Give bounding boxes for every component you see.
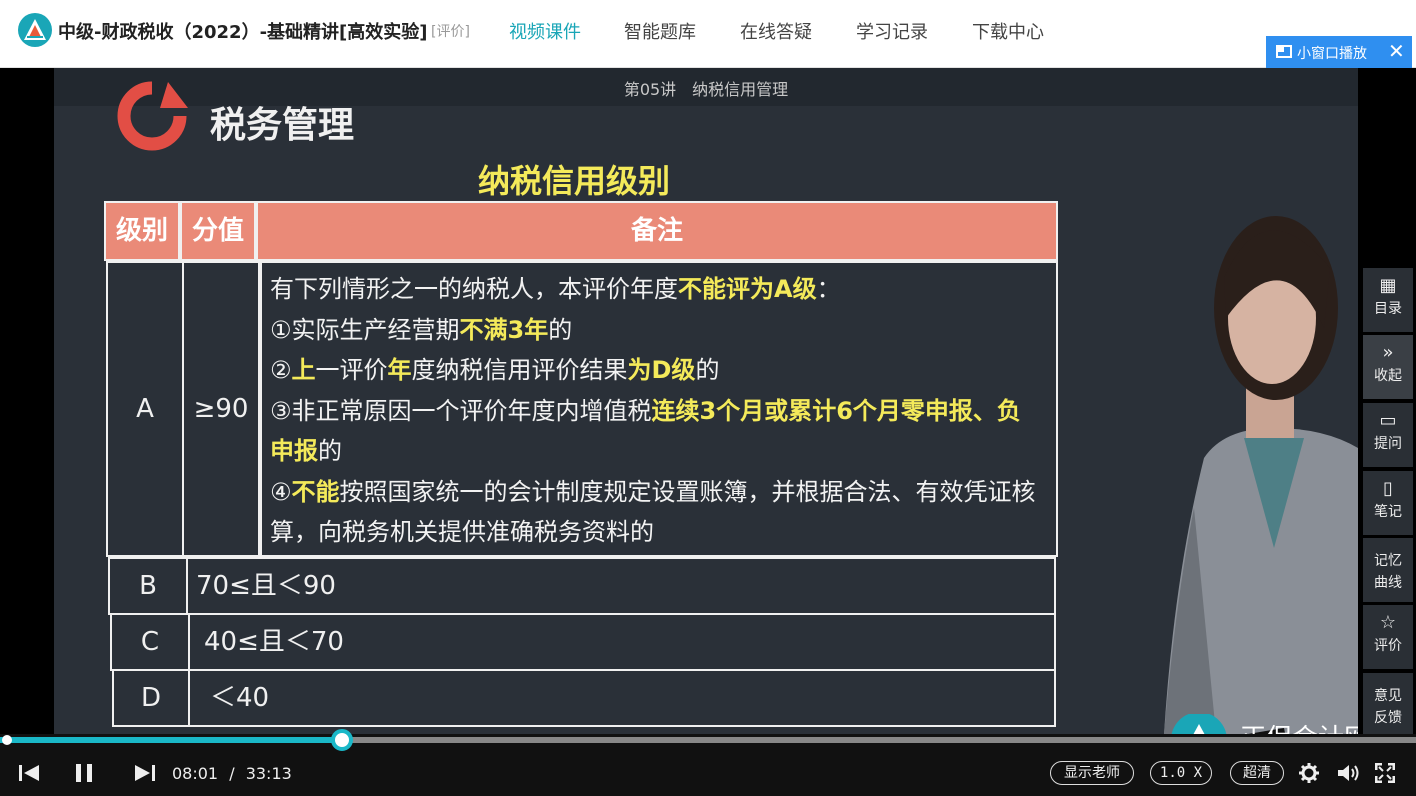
side-item-label: 提问 — [1374, 436, 1402, 452]
course-title: 中级-财政税收（2022）-基础精讲[高效实验] — [58, 22, 428, 43]
remark-text: 度纳税信用评价结果 — [411, 356, 628, 384]
mini-window-icon — [1276, 45, 1292, 58]
side-item-label: 意见反馈 — [1374, 688, 1402, 726]
side-item-label: 记忆曲线 — [1374, 553, 1402, 591]
side-item-rate[interactable]: ☆ 评价 — [1363, 605, 1413, 669]
volume-icon[interactable] — [1337, 763, 1361, 783]
progress-handle[interactable] — [331, 729, 353, 751]
nav-study-record[interactable]: 学习记录 — [856, 18, 928, 44]
nav-download-center[interactable]: 下载中心 — [972, 18, 1044, 44]
side-item-label: 评价 — [1374, 638, 1402, 654]
duration: 33:13 — [245, 764, 292, 783]
time-separator: / — [229, 764, 235, 783]
quality-button[interactable]: 超清 — [1230, 761, 1284, 785]
side-item-notes[interactable]: ▯ 笔记 — [1363, 471, 1413, 535]
rate-course-link[interactable]: [评价] — [431, 21, 470, 41]
show-teacher-button[interactable]: 显示老师 — [1050, 761, 1134, 785]
current-time: 08:01 — [172, 764, 219, 783]
remark-text: 的 — [548, 315, 573, 344]
progress-bar[interactable] — [0, 729, 1416, 751]
table-cell-score-a: ≥90 — [182, 261, 260, 557]
comment-icon: ▭ — [1379, 410, 1397, 431]
remark-highlight: 不能评为A级 — [678, 275, 817, 303]
remark-text: ③非正常原因一个评价年度内增值税 — [270, 396, 652, 425]
remark-line-intro: 有下列情形之一的纳税人，本评价年度不能评为A级： — [270, 269, 1056, 310]
table-cell-grade-d: D — [112, 669, 190, 727]
remark-line-2: ②上一评价年度纳税信用评价结果为D级的 — [270, 350, 1056, 391]
watermark-text: 正保会计网校 — [1240, 718, 1358, 734]
remark-text: 的 — [318, 437, 342, 465]
side-item-memory-curve[interactable]: 记忆曲线 — [1363, 538, 1413, 602]
table-cell-remark-a: 有下列情形之一的纳税人，本评价年度不能评为A级： ①实际生产经营期不满3年的 ②… — [260, 261, 1058, 557]
remark-highlight: 为D级 — [627, 356, 696, 384]
nav-question-bank[interactable]: 智能题库 — [624, 18, 696, 44]
remark-line-4: ④不能按照国家统一的会计制度规定设置账簿，并根据合法、有效凭证核算，向税务机关提… — [270, 472, 1040, 553]
table-cell-score-b: 70≤且＜90 — [186, 557, 1056, 615]
side-item-collapse[interactable]: » 收起 — [1363, 335, 1413, 399]
table-cell-grade-b: B — [108, 557, 188, 615]
side-item-label: 笔记 — [1374, 504, 1402, 520]
close-icon[interactable]: ✕ — [1388, 39, 1405, 63]
side-item-ask[interactable]: ▭ 提问 — [1363, 403, 1413, 467]
table-header-grade: 级别 — [104, 201, 180, 261]
side-item-feedback[interactable]: 意见反馈 — [1363, 673, 1413, 737]
remark-text: ①实际生产经营期 — [270, 315, 460, 344]
lecture-slide: 第05讲 纳税信用管理 税务管理 纳税信用级别 级别 分值 备注 A ≥90 有… — [54, 68, 1358, 734]
chevron-double-right-icon: » — [1382, 342, 1394, 363]
brand-logo-icon[interactable] — [18, 13, 52, 47]
fullscreen-icon[interactable] — [1375, 763, 1395, 783]
remark-line-3: ③非正常原因一个评价年度内增值税连续3个月或累计6个月零申报、负申报的 — [270, 391, 1040, 472]
remark-line-1: ①实际生产经营期不满3年的 — [270, 310, 1056, 351]
remark-text: 有下列情形之一的纳税人，本评价年度 — [270, 275, 678, 303]
nav-online-qa[interactable]: 在线答疑 — [740, 18, 812, 44]
brand-heading: 税务管理 — [210, 105, 355, 146]
remark-highlight: 不能 — [291, 477, 340, 506]
top-bar: 中级-财政税收（2022）-基础精讲[高效实验] [评价] 视频课件 智能题库 … — [0, 0, 1416, 68]
remark-highlight: 年 — [387, 356, 412, 384]
playback-time: 08:01 / 33:13 — [172, 764, 292, 783]
table-cell-score-d: ＜40 — [188, 669, 1056, 727]
note-icon: ▯ — [1383, 478, 1393, 499]
progress-start-dot — [2, 735, 12, 745]
side-item-label: 收起 — [1374, 368, 1402, 384]
mini-window-label: 小窗口播放 — [1297, 46, 1367, 62]
side-item-label: 目录 — [1374, 301, 1402, 317]
remark-text: 按照国家统一的会计制度规定设置账簿，并根据合法、有效凭证核算，向税务机关提供准确… — [270, 477, 1036, 547]
table-cell-grade-a: A — [106, 261, 184, 557]
star-icon: ☆ — [1379, 612, 1397, 633]
remark-text: ： — [816, 275, 841, 303]
table-header-remark: 备注 — [256, 201, 1058, 261]
remark-text: ④ — [270, 477, 292, 506]
speed-button[interactable]: 1.0 X — [1150, 761, 1212, 785]
refresh-logo-icon — [117, 81, 188, 151]
remark-highlight: 上 — [291, 356, 316, 384]
pause-icon[interactable] — [74, 763, 94, 783]
nav-video-courseware[interactable]: 视频课件 — [509, 18, 581, 44]
slide-heading: 纳税信用级别 — [478, 162, 671, 200]
grid-icon: ▦ — [1379, 275, 1397, 296]
progress-fill — [0, 737, 342, 743]
player-controls: 08:01 / 33:13 显示老师 1.0 X 超清 — [0, 729, 1416, 796]
remark-text: 一评价 — [315, 356, 388, 384]
teacher-video-image — [1164, 216, 1358, 734]
table-cell-score-c: 40≤且＜70 — [188, 613, 1056, 671]
mini-window-play-button[interactable]: 小窗口播放 ✕ — [1266, 36, 1412, 68]
remark-text: ② — [270, 356, 292, 384]
remark-text: 的 — [695, 356, 720, 384]
video-player[interactable]: 第05讲 纳税信用管理 税务管理 纳税信用级别 级别 分值 备注 A ≥90 有… — [0, 68, 1416, 737]
side-item-catalog[interactable]: ▦ 目录 — [1363, 268, 1413, 332]
previous-icon[interactable] — [18, 764, 40, 782]
next-icon[interactable] — [134, 764, 156, 782]
table-cell-grade-c: C — [110, 613, 190, 671]
gear-icon[interactable] — [1298, 762, 1320, 784]
school-logo-icon — [1171, 714, 1227, 734]
remark-highlight: 不满3年 — [459, 315, 549, 344]
table-header-score: 分值 — [180, 201, 256, 261]
